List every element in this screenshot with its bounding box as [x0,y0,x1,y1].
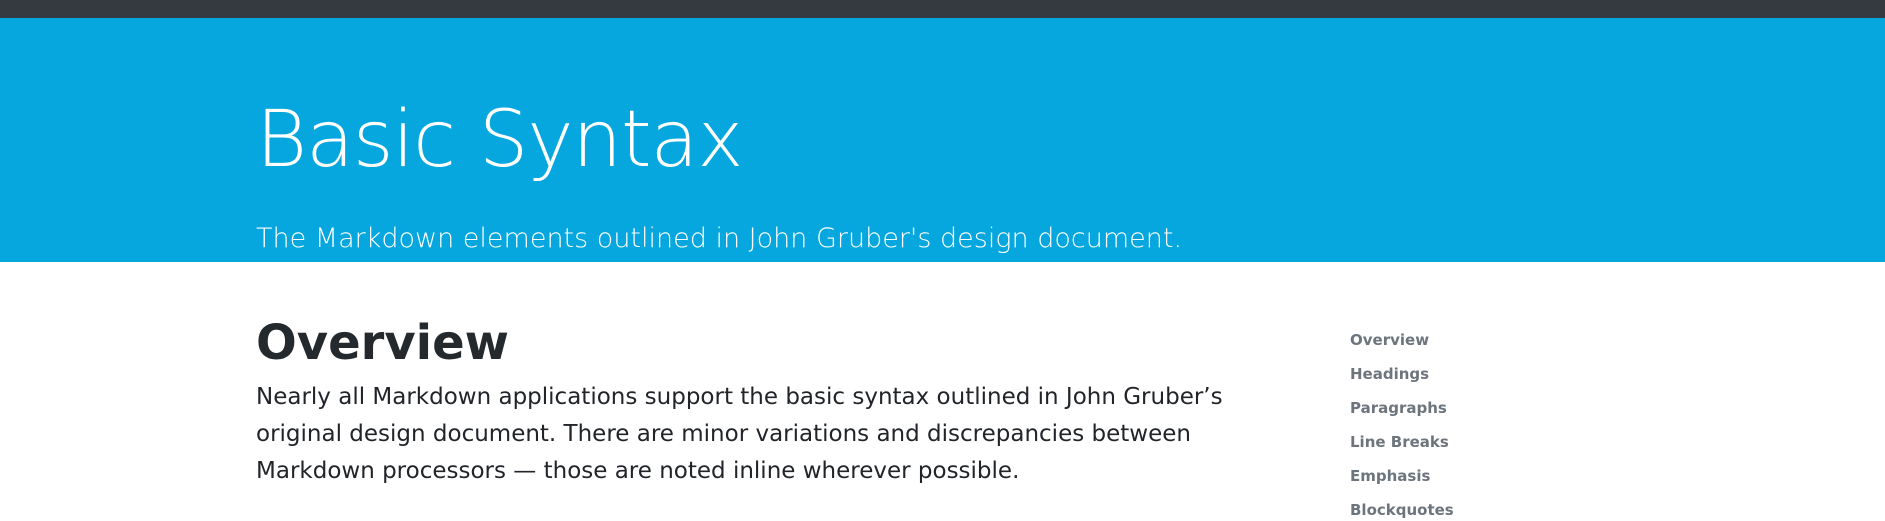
page-title: Basic Syntax [256,95,744,185]
top-navbar [0,0,1885,18]
overview-section: Overview Nearly all Markdown application… [256,315,1296,490]
toc-item-paragraphs: Paragraphs [1350,398,1454,432]
table-of-contents: Overview Headings Paragraphs Line Breaks… [1350,330,1454,521]
toc-link-headings[interactable]: Headings [1350,365,1429,383]
toc-item-emphasis: Emphasis [1350,466,1454,500]
toc-item-blockquotes: Blockquotes [1350,500,1454,521]
toc-link-emphasis[interactable]: Emphasis [1350,467,1430,485]
toc-link-overview[interactable]: Overview [1350,331,1429,349]
content-area: Overview Nearly all Markdown application… [0,262,1885,521]
toc-item-overview: Overview [1350,330,1454,364]
toc-item-line-breaks: Line Breaks [1350,432,1454,466]
overview-paragraph: Nearly all Markdown applications support… [256,384,1223,485]
overview-heading: Overview [256,315,509,371]
toc-link-line-breaks[interactable]: Line Breaks [1350,433,1449,451]
toc-item-headings: Headings [1350,364,1454,398]
toc-link-blockquotes[interactable]: Blockquotes [1350,501,1454,519]
page-subtitle: The Markdown elements outlined in John G… [256,223,1183,254]
page-header: Basic Syntax The Markdown elements outli… [0,18,1885,262]
toc-link-paragraphs[interactable]: Paragraphs [1350,399,1447,417]
